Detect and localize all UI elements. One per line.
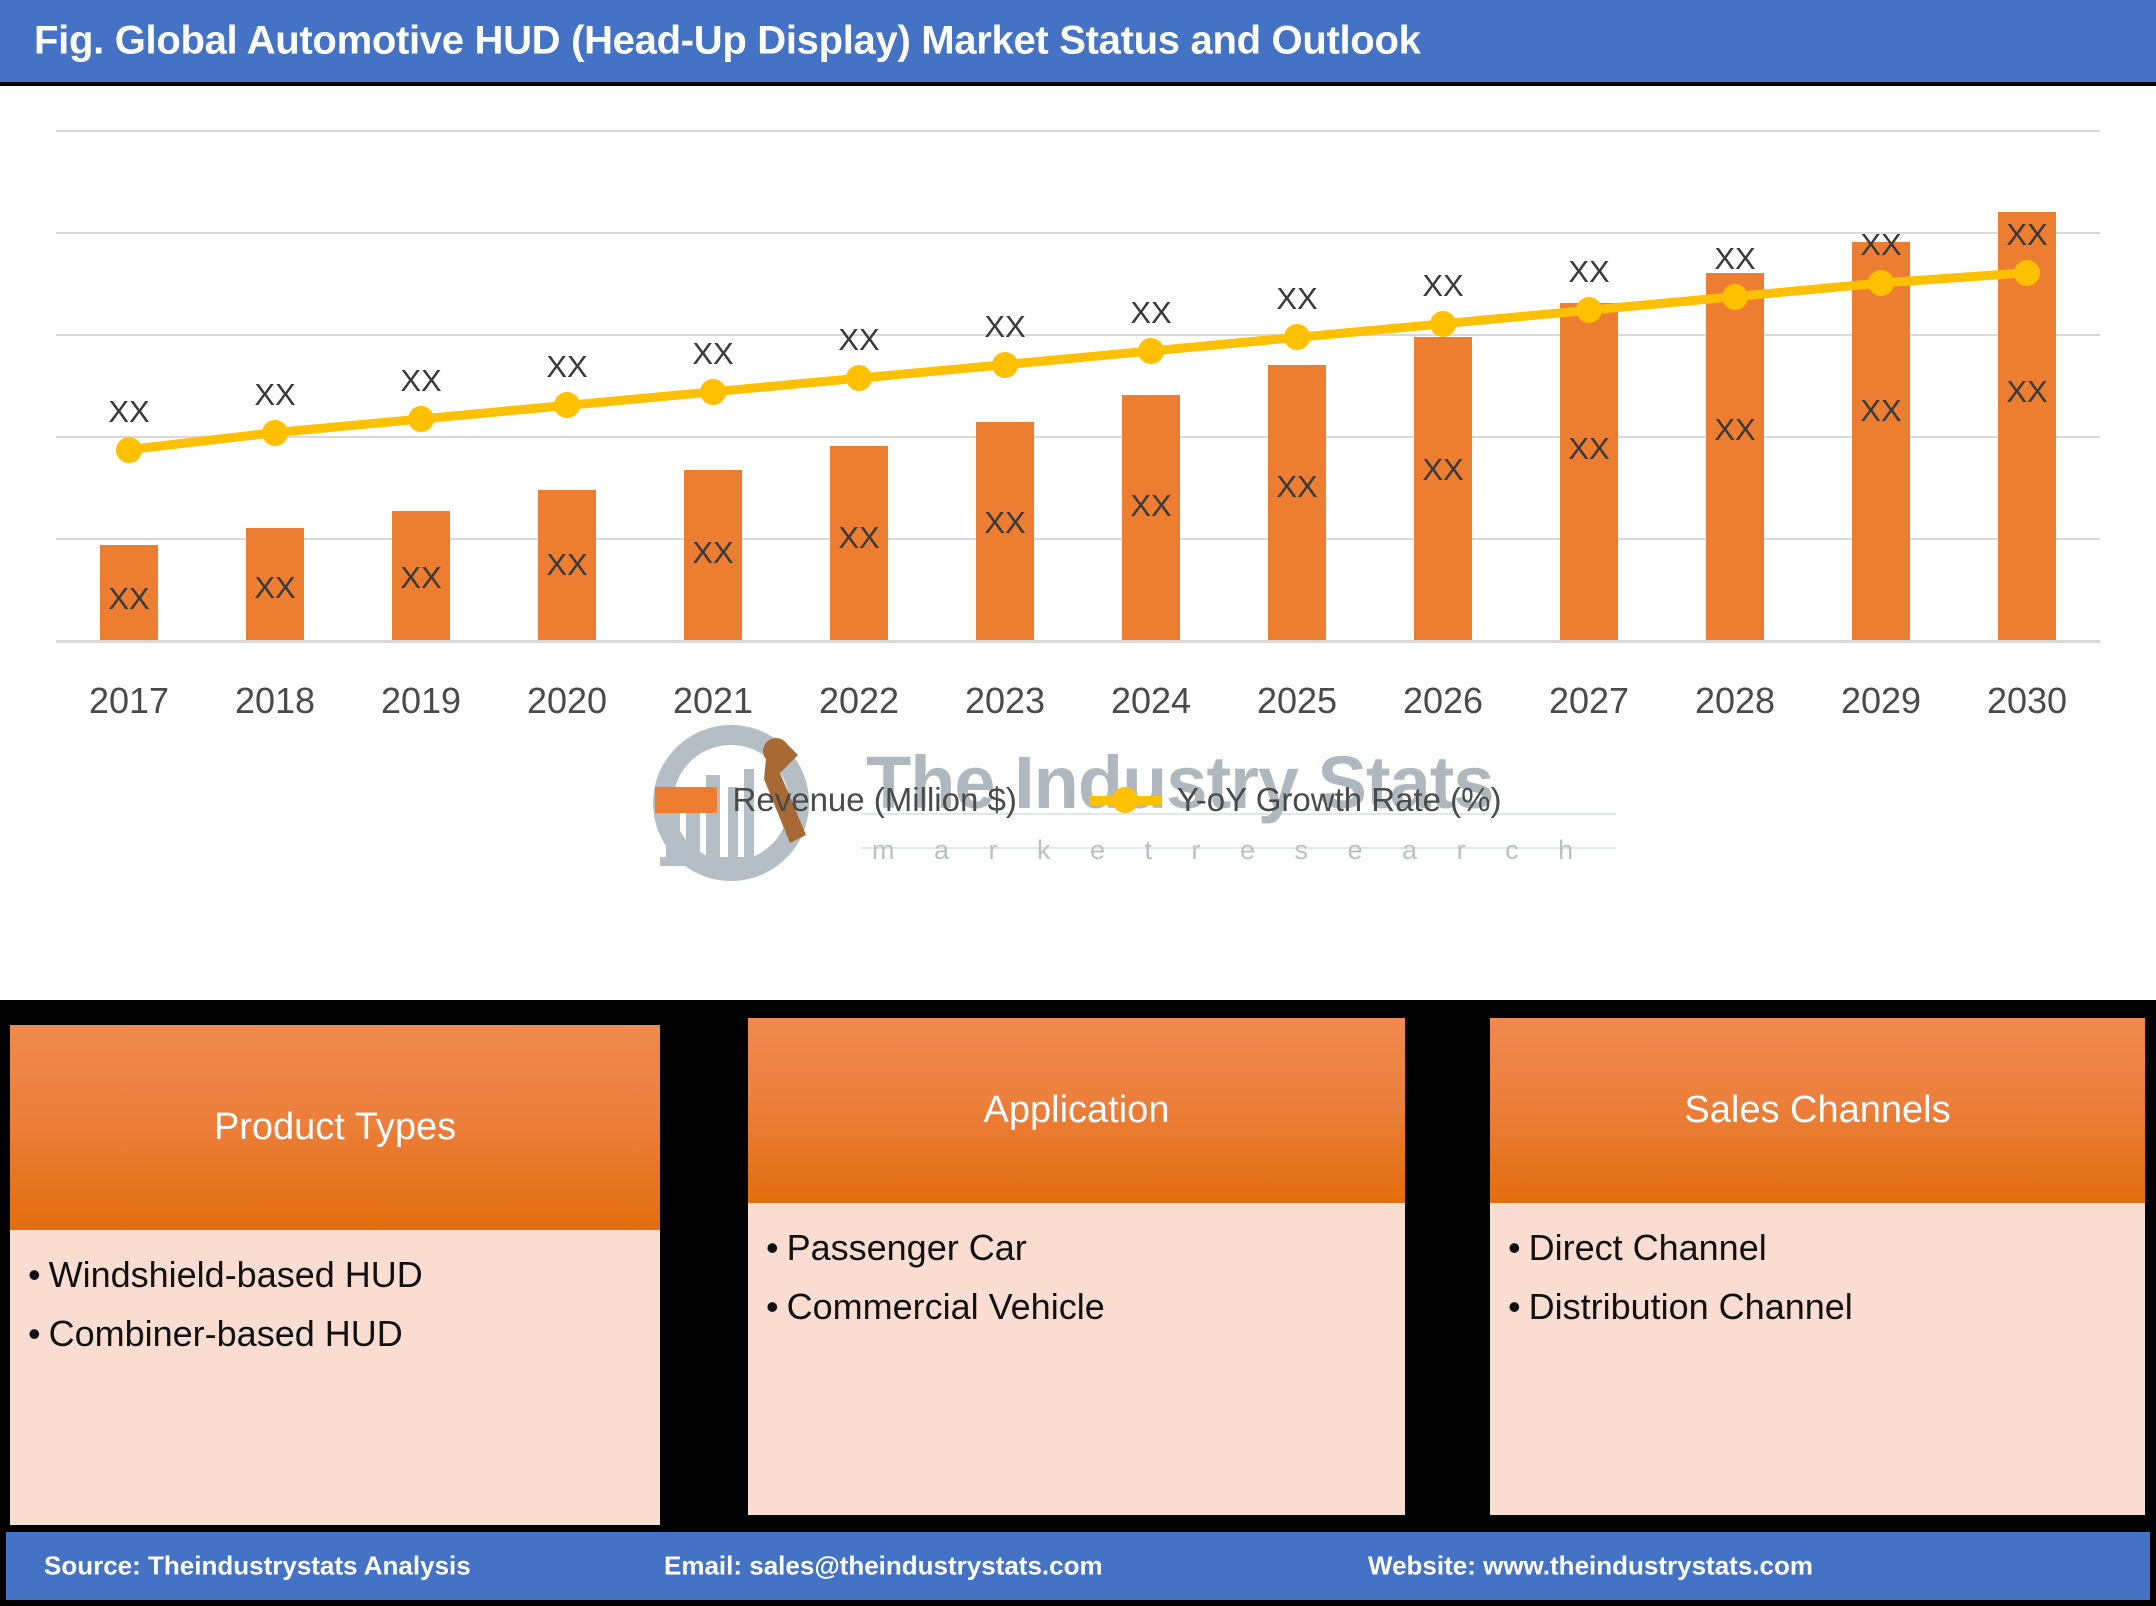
x-axis-labels: 2017 2018 2019 2020 2021 2022 2023 2024 2025 2026… xyxy=(56,680,2100,740)
bullet-icon: • xyxy=(28,1254,41,1295)
line-value-label: XX xyxy=(1130,295,1172,330)
panel-header: Product Types xyxy=(10,1025,660,1230)
line-data-point xyxy=(2014,259,2040,286)
panel-title: Sales Channels xyxy=(1684,1089,1951,1131)
list-item: • Direct Channel xyxy=(1508,1227,2127,1268)
legend-item[interactable]: Revenue (Million $) xyxy=(654,781,1017,819)
bullet-icon: • xyxy=(766,1285,779,1327)
line-value-label: XX xyxy=(692,335,734,371)
watermark-tagline: m a r k e t r e s e a r c h xyxy=(872,835,1590,865)
list-item: • Commercial Vehicle xyxy=(766,1285,1387,1327)
legend-item[interactable]: Y-oY Growth Rate (%) xyxy=(1088,781,1502,819)
x-axis-tick-label: 2029 xyxy=(1840,680,1922,721)
segment-panel: Application • Passenger Car • Commercial Veh… xyxy=(748,1018,1405,1515)
line-value-label: XX xyxy=(838,322,880,358)
x-axis-tick-label: 2019 xyxy=(380,680,462,721)
line-data-point xyxy=(1576,297,1602,324)
panel-title: Product Types xyxy=(213,1106,457,1148)
x-axis-tick-label: 2020 xyxy=(526,680,608,721)
axis-baseline xyxy=(56,640,2100,643)
footer-website[interactable]: Website: www.theindustrystats.com xyxy=(1368,1551,1813,1582)
line-data-point xyxy=(846,365,872,392)
line-data-point xyxy=(1138,338,1164,364)
line-data-point xyxy=(408,406,434,432)
footer-source: Source: Theindustrystats Analysis xyxy=(44,1550,471,1581)
footer-email[interactable]: Email: sales@theindustrystats.com xyxy=(664,1551,1103,1582)
panel-header: Sales Channels xyxy=(1490,1018,2145,1203)
list-item-label: Direct Channel xyxy=(1528,1227,1767,1268)
bullet-icon: • xyxy=(1508,1227,1521,1268)
x-axis-tick-label: 2017 xyxy=(88,680,170,721)
list-item-label: Combiner-based HUD xyxy=(48,1312,403,1354)
legend-label: Y-oY Growth Rate (%) xyxy=(1176,781,1502,818)
x-axis-tick-label: 2018 xyxy=(234,680,316,721)
x-axis-tick-label: 2021 xyxy=(672,680,754,721)
panel-body: • Windshield-based HUD • Combiner-based HUD xyxy=(10,1230,660,1354)
page-title: Fig. Global Automotive HUD (Head-Up Disp… xyxy=(34,18,1421,63)
line-value-label: XX xyxy=(984,308,1026,344)
list-item: • Passenger Car xyxy=(766,1227,1387,1268)
line-value-label: XX xyxy=(1860,227,1902,262)
panel-header: Application xyxy=(748,1018,1405,1203)
bullet-icon: • xyxy=(766,1227,779,1268)
bullet-icon: • xyxy=(1508,1285,1521,1327)
panel-body: • Passenger Car • Commercial Vehicle xyxy=(748,1203,1405,1327)
segment-panels-band: Product Types • Windshield-based HUD • Combi… xyxy=(0,1000,2156,1528)
line-value-label: XX xyxy=(1422,267,1464,303)
chart-container: The Industry Stats m a r k e t r e s e a… xyxy=(0,90,2156,1000)
panel-body: • Direct Channel • Distribution Channel xyxy=(1490,1203,2145,1327)
x-axis-tick-label: 2026 xyxy=(1402,680,1484,721)
legend-swatch-icon xyxy=(654,787,717,813)
x-axis-tick-label: 2022 xyxy=(818,680,900,721)
list-item: • Distribution Channel xyxy=(1508,1285,2127,1327)
line-data-point xyxy=(554,392,580,419)
bullet-icon: • xyxy=(28,1312,41,1354)
line-data-point xyxy=(700,378,726,405)
chart-legend: Revenue (Million $) Y-oY Growth Rate (%) xyxy=(0,770,2156,830)
line-data-point xyxy=(992,351,1018,378)
line-data-point xyxy=(116,436,142,463)
line-value-label: XX xyxy=(254,376,296,412)
footer-bar: Source: Theindustrystats Analysis Email:… xyxy=(0,1528,2156,1606)
legend-line-icon xyxy=(1088,787,1161,813)
panel-title: Application xyxy=(983,1089,1170,1131)
line-data-point xyxy=(1430,310,1456,337)
list-item: • Windshield-based HUD xyxy=(28,1254,642,1295)
list-item-label: Distribution Channel xyxy=(1528,1285,1853,1327)
list-item-label: Windshield-based HUD xyxy=(48,1254,423,1295)
line-value-label: XX xyxy=(2006,216,2048,252)
segment-panel: Sales Channels • Direct Channel • Distributi… xyxy=(1490,1018,2145,1515)
line-value-label: XX xyxy=(1276,281,1318,317)
list-item-label: Passenger Car xyxy=(786,1227,1027,1268)
legend-label: Revenue (Million $) xyxy=(732,781,1017,818)
x-axis-tick-label: 2028 xyxy=(1694,680,1776,721)
x-axis-tick-label: 2030 xyxy=(1986,680,2068,721)
line-data-point xyxy=(1868,270,1894,296)
line-value-label: XX xyxy=(108,393,150,429)
growth-rate-line xyxy=(124,268,2032,455)
line-value-label: XX xyxy=(546,349,588,385)
chart-plot-area: The Industry Stats m a r k e t r e s e a… xyxy=(56,130,2100,881)
list-item: • Combiner-based HUD xyxy=(28,1312,642,1354)
line-data-point xyxy=(1722,283,1748,310)
figure-title-bar: Fig. Global Automotive HUD (Head-Up Disp… xyxy=(0,0,2156,86)
x-axis-tick-label: 2025 xyxy=(1256,680,1338,721)
line-data-point xyxy=(262,419,288,446)
line-value-label: XX xyxy=(1714,240,1756,276)
list-item-label: Commercial Vehicle xyxy=(786,1285,1105,1327)
line-value-label: XX xyxy=(400,363,442,398)
segment-panel: Product Types • Windshield-based HUD • Combi… xyxy=(10,1025,660,1525)
x-axis-tick-label: 2023 xyxy=(964,680,1046,721)
line-data-point xyxy=(1284,324,1310,351)
x-axis-tick-label: 2027 xyxy=(1548,680,1630,721)
x-axis-tick-label: 2024 xyxy=(1110,680,1192,721)
line-value-label: XX xyxy=(1568,254,1610,290)
